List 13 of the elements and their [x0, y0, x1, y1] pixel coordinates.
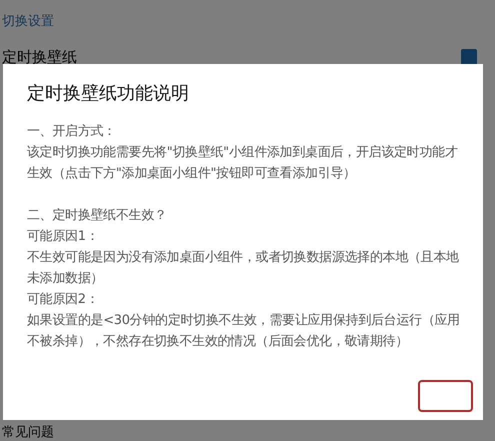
dialog-text: 可能原因2：	[27, 291, 100, 309]
dialog-text: 如果设置的是<30分钟的定时切换不生效，需要让应用保持到后台运行（应用不被杀掉），不然存在切换不生效的情况（后面会优化，敬请期待）	[27, 312, 461, 351]
dialog-text: 该定时切换功能需要先将"切换壁纸"小组件添加到桌面后，开启该定时功能才生效（点击下方"添加桌面小组件"按钮即可查看添加引导）	[27, 144, 458, 183]
setting-label: 定时换壁纸	[2, 46, 77, 68]
list-item[interactable]: 常见问题	[2, 425, 493, 440]
dialog-text: 可能原因1：	[27, 228, 100, 246]
dialog-title: 定时换壁纸功能说明	[27, 82, 190, 106]
outlined-button[interactable]	[418, 380, 473, 412]
dialog-text: 二、定时换壁纸不生效？	[27, 207, 168, 225]
section-title: 切换设置	[2, 13, 55, 31]
dialog-text: 一、开启方式：	[27, 123, 117, 141]
dialog-text: 不生效可能是因为没有添加桌面小组件，或者切换数据源选择的本地（且本地未添加数据）	[27, 249, 460, 288]
checkbox[interactable]	[461, 48, 477, 65]
